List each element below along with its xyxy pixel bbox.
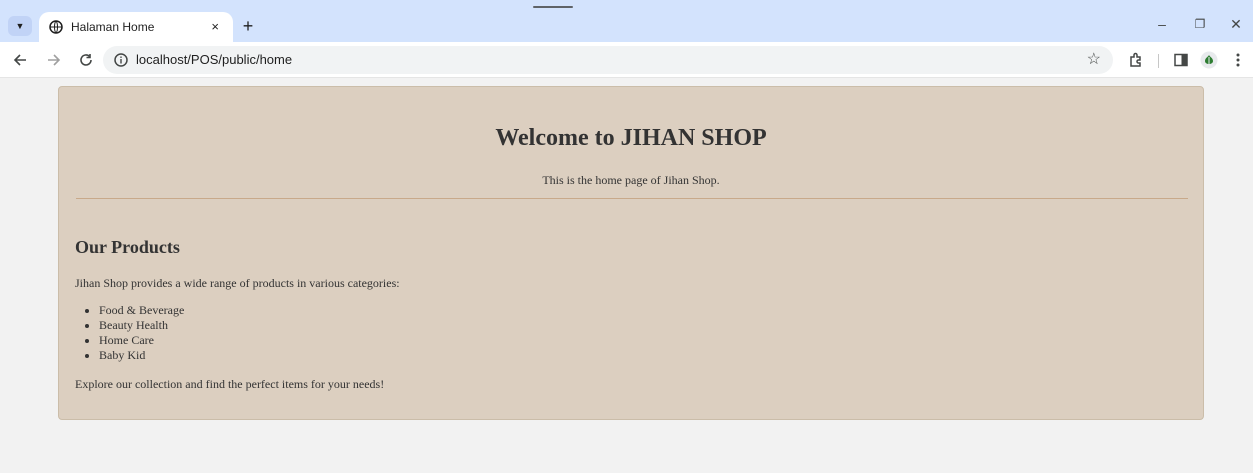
forward-icon xyxy=(48,54,61,66)
reload-icon xyxy=(80,54,92,66)
category-item: Food & Beverage xyxy=(99,303,184,318)
bookmark-star-icon[interactable]: ☆ xyxy=(1087,49,1101,69)
tab-strip: ▼ Halaman Home × + – ❐ ✕ xyxy=(0,0,1253,42)
header-divider xyxy=(76,198,1188,199)
category-item: Beauty Health xyxy=(99,318,184,333)
tab-close-icon[interactable]: × xyxy=(211,19,219,34)
side-panel-icon[interactable] xyxy=(1172,51,1190,69)
products-heading: Our Products xyxy=(75,237,180,257)
address-bar[interactable]: localhost/POS/public/home ☆ xyxy=(103,46,1113,74)
page-subtitle: This is the home page of Jihan Shop. xyxy=(542,173,720,187)
reload-button[interactable] xyxy=(76,50,96,70)
tab-title: Halaman Home xyxy=(71,20,155,34)
page-viewport: Welcome to JIHAN SHOP This is the home p… xyxy=(0,78,1253,473)
category-item: Baby Kid xyxy=(99,348,184,363)
url-text[interactable]: localhost/POS/public/home xyxy=(136,52,292,67)
menu-icon[interactable] xyxy=(1229,51,1247,69)
close-window-button[interactable]: ✕ xyxy=(1224,12,1248,36)
forward-button[interactable] xyxy=(44,50,64,70)
tab-halaman-home[interactable]: Halaman Home × xyxy=(39,12,233,42)
products-intro: Jihan Shop provides a wide range of prod… xyxy=(75,276,400,290)
products-closing: Explore our collection and find the perf… xyxy=(75,377,385,391)
category-item: Home Care xyxy=(99,333,184,348)
window-drag-handle[interactable] xyxy=(533,6,573,8)
toolbar-separator xyxy=(1158,54,1159,68)
category-list: Food & Beverage Beauty Health Home Care … xyxy=(99,303,184,363)
site-info-icon[interactable] xyxy=(114,53,128,67)
tab-list-icon: ▼ xyxy=(15,21,25,31)
favicon-icon xyxy=(49,20,63,34)
minimize-button[interactable]: – xyxy=(1150,12,1174,36)
tab-list-button[interactable]: ▼ xyxy=(8,16,32,36)
back-icon xyxy=(13,54,26,66)
browser-toolbar: localhost/POS/public/home ☆ xyxy=(0,42,1253,78)
restore-button[interactable]: ❐ xyxy=(1188,12,1212,36)
content-card: Welcome to JIHAN SHOP This is the home p… xyxy=(58,86,1204,420)
profile-icon[interactable] xyxy=(1200,51,1218,69)
page-title: Welcome to JIHAN SHOP xyxy=(495,125,767,151)
back-button[interactable] xyxy=(10,50,30,70)
new-tab-button[interactable]: + xyxy=(238,16,258,36)
extensions-icon[interactable] xyxy=(1127,51,1145,69)
